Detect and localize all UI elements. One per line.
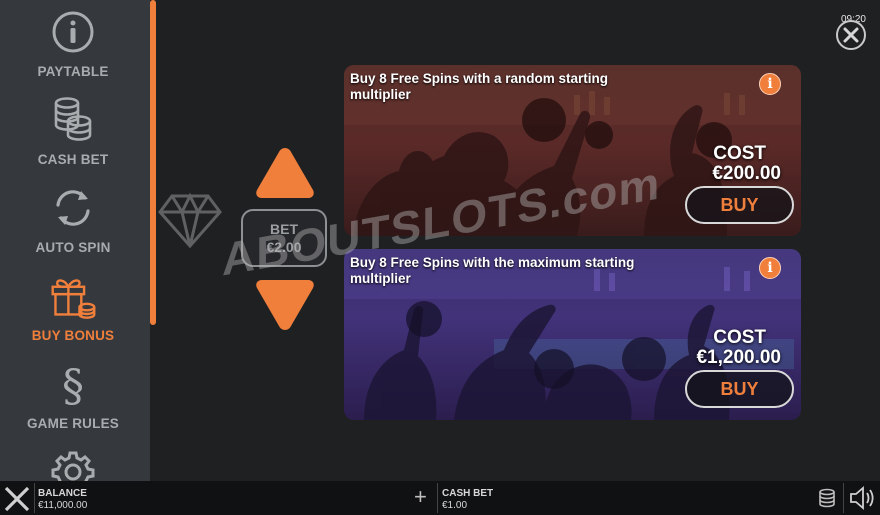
svg-text:§: § bbox=[62, 361, 84, 408]
buy-button[interactable]: BUY bbox=[685, 186, 794, 224]
menu-item-auto-spin[interactable]: AUTO SPIN bbox=[0, 176, 146, 264]
bet-value: €2.00 bbox=[266, 239, 302, 255]
cost-label: COST bbox=[713, 143, 766, 164]
balance-label: BALANCE bbox=[38, 488, 87, 499]
bet-increase-button[interactable] bbox=[255, 146, 315, 205]
close-button[interactable] bbox=[836, 20, 866, 50]
gear-icon bbox=[49, 448, 97, 481]
menu-label: CASH BET bbox=[37, 152, 109, 167]
menu-label: GAME RULES bbox=[26, 416, 119, 431]
balance-value: €11,000.00 bbox=[38, 500, 88, 511]
close-icon bbox=[843, 27, 859, 43]
side-menu: PAYTABLE CASH BET AUTO SPIN BUY BONUS § … bbox=[0, 0, 150, 481]
refresh-icon bbox=[49, 184, 97, 232]
arrow-up-icon bbox=[256, 148, 314, 198]
sound-icon[interactable] bbox=[849, 486, 875, 515]
cost-value: €200.00 bbox=[712, 163, 781, 184]
exit-icon[interactable] bbox=[2, 484, 32, 514]
cost-value: €1,200.00 bbox=[696, 347, 781, 368]
coin-stack-icon[interactable] bbox=[817, 488, 837, 513]
offer-title: Buy 8 Free Spins with a random starting … bbox=[350, 71, 609, 102]
menu-label: PAYTABLE bbox=[37, 64, 109, 79]
info-icon[interactable]: i bbox=[759, 257, 781, 279]
divider bbox=[437, 483, 438, 513]
section-icon: § bbox=[49, 360, 97, 408]
menu-label: AUTO SPIN bbox=[35, 240, 111, 255]
bonus-offer-card: Buy 8 Free Spins with the maximum starti… bbox=[344, 249, 801, 420]
add-funds-button[interactable]: + bbox=[414, 485, 427, 509]
bet-display: BET €2.00 bbox=[241, 209, 327, 267]
bonus-offer-card: Buy 8 Free Spins with a random starting … bbox=[344, 65, 801, 236]
divider bbox=[34, 483, 35, 513]
menu-item-game-rules[interactable]: § GAME RULES bbox=[0, 352, 146, 440]
coin-stack-icon bbox=[49, 96, 97, 144]
menu-label: BUY BONUS bbox=[31, 328, 115, 343]
bottom-status-bar: BALANCE €11,000.00 + CASH BET €1.00 bbox=[0, 481, 880, 515]
arrow-down-icon bbox=[256, 280, 314, 330]
bet-decrease-button[interactable] bbox=[255, 278, 315, 337]
buy-button[interactable]: BUY bbox=[685, 370, 794, 408]
menu-item-buy-bonus[interactable]: BUY BONUS bbox=[0, 264, 146, 352]
cash-bet-label: CASH BET bbox=[442, 488, 494, 499]
offer-title: Buy 8 Free Spins with the maximum starti… bbox=[350, 255, 635, 286]
menu-item-settings[interactable] bbox=[0, 440, 146, 481]
gift-icon bbox=[49, 272, 97, 320]
cost-label: COST bbox=[713, 327, 766, 348]
menu-item-paytable[interactable]: PAYTABLE bbox=[0, 0, 146, 88]
menu-item-cash-bet[interactable]: CASH BET bbox=[0, 88, 146, 176]
divider bbox=[843, 483, 844, 513]
info-icon bbox=[49, 8, 97, 56]
bet-label: BET bbox=[270, 221, 298, 237]
info-icon[interactable]: i bbox=[759, 73, 781, 95]
cash-bet-value: €1.00 bbox=[442, 500, 468, 511]
